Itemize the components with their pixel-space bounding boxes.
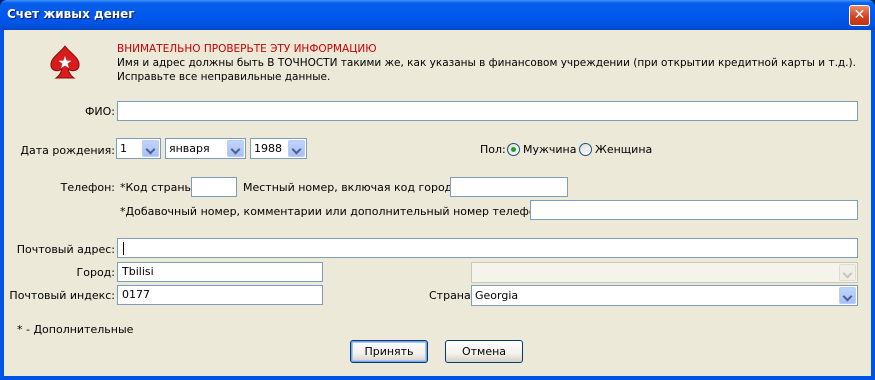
gender-female-label[interactable]: Женщина <box>595 143 652 156</box>
city-label: Город: <box>76 266 115 279</box>
chevron-down-icon[interactable] <box>227 140 244 157</box>
notice-line2: Исправьте все неправильные данные. <box>117 71 331 83</box>
country-select[interactable]: Georgia <box>471 285 858 306</box>
address-label: Почтовый адрес: <box>16 243 115 256</box>
country-value: Georgia <box>475 289 519 302</box>
address-input[interactable] <box>117 238 858 258</box>
dialog-client: ВНИМАТЕЛЬНО ПРОВЕРЬТЕ ЭТУ ИНФОРМАЦИЮ Имя… <box>4 30 871 376</box>
optional-note: * - Дополнительные <box>17 323 134 336</box>
dob-year-select[interactable]: 1988 <box>250 138 307 159</box>
chevron-down-icon <box>839 264 856 281</box>
dob-month-select[interactable]: января <box>165 138 246 159</box>
dob-day-select[interactable]: 1 <box>116 138 161 159</box>
city-input[interactable]: Tbilisi <box>117 262 323 282</box>
country-code-label: *Код страны: <box>120 181 197 194</box>
extension-input[interactable] <box>530 200 858 220</box>
window-title: Счет живых денег <box>7 7 135 21</box>
close-button[interactable]: ✕ <box>849 5 870 26</box>
postal-input[interactable]: 0177 <box>117 285 323 305</box>
chevron-down-icon[interactable] <box>288 140 305 157</box>
fio-label: ФИО: <box>84 105 115 118</box>
dob-label: Дата рождения: <box>20 144 115 157</box>
region-select <box>471 262 858 283</box>
extension-label: *Добавочный номер, комментарии или допол… <box>120 205 554 218</box>
chevron-down-icon[interactable] <box>839 287 856 304</box>
gender-male-label[interactable]: Мужчина <box>523 143 577 156</box>
chevron-down-icon[interactable] <box>142 140 159 157</box>
phone-label: Телефон: <box>60 181 115 194</box>
notice-heading: ВНИМАТЕЛЬНО ПРОВЕРЬТЕ ЭТУ ИНФОРМАЦИЮ <box>117 43 377 55</box>
accept-button[interactable]: Принять <box>350 340 428 363</box>
dob-year-value: 1988 <box>254 142 282 155</box>
gender-female-radio[interactable] <box>579 143 592 156</box>
local-number-label: Местный номер, включая код города: <box>243 181 463 194</box>
spade-logo-icon <box>50 45 80 79</box>
cancel-button[interactable]: Отмена <box>445 340 523 363</box>
text-caret <box>123 242 124 255</box>
fio-input[interactable] <box>117 101 858 121</box>
postal-label: Почтовый индекс: <box>9 289 115 302</box>
dob-day-value: 1 <box>120 142 127 155</box>
notice-line1: Имя и адрес должны быть В ТОЧНОСТИ таким… <box>117 57 856 69</box>
title-bar[interactable]: Счет живых денег ✕ <box>0 0 875 30</box>
gender-male-radio[interactable] <box>507 143 520 156</box>
country-label: Страна: <box>429 289 475 302</box>
dob-month-value: января <box>169 142 210 155</box>
dialog-window: Счет живых денег ✕ ВНИМАТЕЛЬНО ПРОВЕРЬТЕ… <box>0 0 875 380</box>
gender-label: Пол: <box>480 143 506 156</box>
local-number-input[interactable] <box>450 177 568 197</box>
country-code-input[interactable] <box>191 177 237 197</box>
